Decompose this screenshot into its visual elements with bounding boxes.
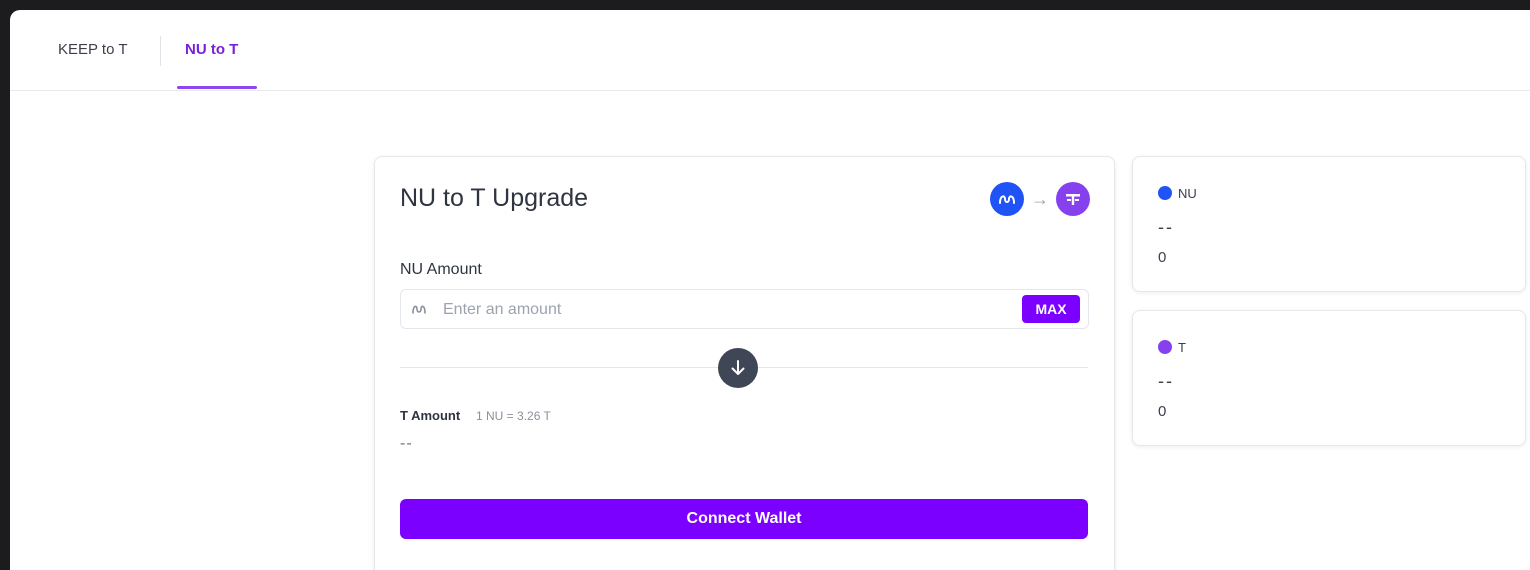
active-tab-indicator bbox=[177, 86, 257, 89]
t-amount-value: -- bbox=[400, 435, 413, 452]
nu-amount-field: MAX bbox=[400, 289, 1089, 329]
arrow-right-icon: → bbox=[1031, 189, 1049, 209]
nu-balance-card: NU -- 0 bbox=[1132, 156, 1526, 292]
t-amount-label: T Amount bbox=[400, 408, 461, 423]
t-token-icon bbox=[1056, 182, 1090, 216]
nu-balance-secondary: 0 bbox=[1158, 249, 1167, 266]
connect-wallet-button[interactable]: Connect Wallet bbox=[400, 499, 1088, 539]
upgrade-card: NU to T Upgrade → NU Amount Enter an amo… bbox=[374, 156, 1115, 570]
arrow-down-glyph bbox=[731, 360, 745, 375]
nu-wave-icon bbox=[999, 195, 1015, 204]
app-window: KEEP to T NU to T NU to T Upgrade → NU A… bbox=[10, 10, 1530, 570]
t-token-icon bbox=[1158, 340, 1172, 354]
nu-balance-value: -- bbox=[1158, 217, 1174, 237]
nu-balance-token: NU bbox=[1178, 185, 1197, 201]
nu-token-icon bbox=[1158, 186, 1172, 200]
t-balance-secondary: 0 bbox=[1158, 403, 1167, 420]
upgrade-title: NU to T Upgrade bbox=[400, 184, 589, 212]
max-button[interactable]: MAX bbox=[1022, 295, 1080, 323]
nu-amount-input[interactable] bbox=[441, 297, 1005, 323]
t-balance-card: T -- 0 bbox=[1132, 310, 1526, 446]
token-conversion-badges: → bbox=[990, 182, 1090, 216]
t-balance-header: T bbox=[1158, 339, 1186, 355]
conversion-rate: 1 NU = 3.26 T bbox=[476, 409, 551, 423]
nu-token-icon bbox=[990, 182, 1024, 216]
t-balance-token: T bbox=[1178, 339, 1186, 355]
nu-amount-label: NU Amount bbox=[400, 261, 482, 278]
tab-bar: KEEP to T NU to T bbox=[10, 10, 1530, 91]
nu-balance-header: NU bbox=[1158, 185, 1197, 201]
tab-nu-to-t[interactable]: NU to T bbox=[185, 40, 238, 60]
tab-keep-to-t[interactable]: KEEP to T bbox=[58, 40, 128, 60]
arrow-down-icon bbox=[718, 348, 758, 388]
nu-input-icon bbox=[412, 305, 426, 314]
tab-divider bbox=[160, 36, 161, 66]
t-logo-icon bbox=[1066, 194, 1080, 205]
t-balance-value: -- bbox=[1158, 371, 1174, 391]
